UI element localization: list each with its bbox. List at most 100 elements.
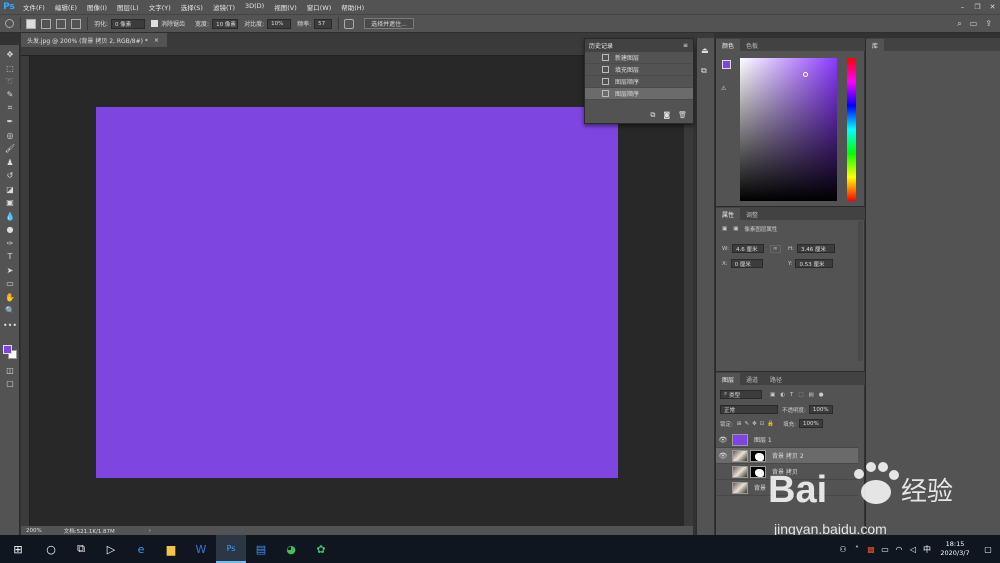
- history-item[interactable]: 填充图层: [585, 64, 693, 76]
- layer-mask-thumbnail[interactable]: [750, 465, 766, 478]
- quick-select-tool-icon[interactable]: ✎: [4, 89, 16, 99]
- tab-channels[interactable]: 通道: [740, 373, 764, 385]
- gradient-tool-icon[interactable]: ▣: [4, 197, 16, 207]
- contrast-input[interactable]: 10%: [267, 18, 292, 29]
- search-circle-icon[interactable]: ○: [36, 535, 66, 563]
- layer-filter-select[interactable]: ⌕ 类型: [720, 390, 762, 399]
- search-icon[interactable]: ⌕: [957, 19, 961, 29]
- zoom-tool-icon[interactable]: 🔍: [4, 305, 16, 315]
- y-field[interactable]: 0.53 厘米: [795, 259, 834, 268]
- document-tab[interactable]: 头发.jpg @ 200% (背景 拷贝 2, RGB/8#) * ×: [21, 33, 167, 47]
- healing-tool-icon[interactable]: ◎: [4, 130, 16, 140]
- menu-item[interactable]: 选择(S): [176, 2, 208, 12]
- menu-item[interactable]: 视图(V): [269, 2, 302, 12]
- word-icon[interactable]: W: [186, 535, 216, 563]
- intersect-selection-icon[interactable]: [71, 18, 81, 29]
- screen-mode-icon[interactable]: ▢: [4, 378, 16, 388]
- new-document-icon[interactable]: ⧉: [650, 111, 655, 120]
- menu-item[interactable]: 文字(Y): [144, 2, 176, 12]
- tab-adjustments[interactable]: 调整: [740, 208, 764, 220]
- history-item[interactable]: 新建图层: [585, 52, 693, 64]
- quick-mask-icon[interactable]: ◫: [4, 365, 16, 375]
- history-item[interactable]: 图层顺序: [585, 88, 693, 100]
- vertical-scrollbar[interactable]: [684, 56, 693, 526]
- lasso-tool-icon[interactable]: [5, 19, 14, 28]
- history-brush-icon[interactable]: ↺: [4, 170, 16, 180]
- close-tab-icon[interactable]: ×: [154, 37, 159, 44]
- ime-icon[interactable]: 中: [920, 544, 934, 555]
- pen-tool-icon[interactable]: ✑: [4, 238, 16, 248]
- visibility-eye-icon[interactable]: 👁: [718, 436, 728, 444]
- close-button[interactable]: ✕: [985, 0, 1000, 14]
- foreground-color-swatch[interactable]: [3, 345, 12, 354]
- menu-item[interactable]: 图像(I): [82, 2, 112, 12]
- properties-scrollbar[interactable]: [858, 221, 863, 361]
- path-select-icon[interactable]: ➤: [4, 265, 16, 275]
- color-picker-handle[interactable]: [803, 72, 808, 77]
- properties-panel-icon[interactable]: ⧉: [701, 66, 707, 76]
- edge-browser-icon[interactable]: e: [126, 535, 156, 563]
- foreground-color-swatch[interactable]: [722, 60, 731, 69]
- type-tool-icon[interactable]: T: [4, 251, 16, 261]
- crop-tool-icon[interactable]: ⌗: [4, 103, 16, 113]
- shape-tool-icon[interactable]: ▭: [4, 278, 16, 288]
- add-selection-icon[interactable]: [41, 18, 51, 29]
- fill-field[interactable]: 100%: [799, 419, 824, 428]
- history-panel-icon[interactable]: ⏏: [701, 46, 709, 55]
- height-field[interactable]: 3.46 厘米: [797, 244, 835, 253]
- layer-row[interactable]: 背景 拷贝: [716, 464, 858, 480]
- panel-menu-icon[interactable]: ≡: [683, 42, 688, 49]
- share-icon[interactable]: ⇪: [985, 19, 992, 29]
- photoshop-taskbar-icon[interactable]: Ps: [216, 535, 246, 563]
- visibility-eye-icon[interactable]: 👁: [718, 452, 728, 460]
- layer-row[interactable]: 👁 图层 1: [716, 432, 858, 448]
- opacity-field[interactable]: 100%: [808, 405, 833, 414]
- blend-mode-select[interactable]: 正常: [720, 405, 778, 414]
- subtract-selection-icon[interactable]: [56, 18, 66, 29]
- trash-icon[interactable]: 🗑: [678, 111, 687, 120]
- minimize-button[interactable]: –: [955, 0, 970, 14]
- width-field[interactable]: 4.6 厘米: [731, 244, 764, 253]
- clock[interactable]: 18:15 2020/3/7: [934, 540, 976, 558]
- hand-tool-icon[interactable]: ✋: [4, 292, 16, 302]
- tab-layers[interactable]: 图层: [716, 373, 741, 385]
- color-picker-field[interactable]: [740, 58, 837, 201]
- layer-mask-thumbnail[interactable]: [750, 449, 766, 462]
- wechat-icon[interactable]: ◕: [276, 535, 306, 563]
- pen-pressure-icon[interactable]: [344, 18, 355, 29]
- lock-icons[interactable]: ⊞✎✥⊡🔒: [737, 421, 777, 427]
- notification-icon[interactable]: ▢: [976, 545, 1000, 554]
- wifi-icon[interactable]: ◠: [892, 545, 906, 554]
- notes-icon[interactable]: ▤: [246, 535, 276, 563]
- layer-row[interactable]: 背景: [716, 480, 858, 496]
- filter-icons[interactable]: ▣◐T⬚▤●: [770, 392, 829, 398]
- media-player-icon[interactable]: ▷: [96, 535, 126, 563]
- tab-properties[interactable]: 属性: [716, 208, 741, 220]
- frequency-input[interactable]: 57: [314, 18, 333, 29]
- feather-input[interactable]: 0 像素: [111, 18, 146, 29]
- battery-icon[interactable]: ▭: [878, 545, 892, 554]
- menu-item[interactable]: 窗口(W): [302, 2, 337, 12]
- task-view-icon[interactable]: ⧉: [66, 535, 96, 563]
- select-and-mask-button[interactable]: 选择并遮住...: [364, 18, 414, 29]
- width-input[interactable]: 10 像素: [212, 18, 239, 29]
- menu-item[interactable]: 帮助(H): [336, 2, 369, 12]
- lasso-tool-icon[interactable]: ➰: [4, 76, 16, 86]
- marquee-tool-icon[interactable]: ⬚: [4, 63, 16, 73]
- menu-item[interactable]: 滤镜(T): [208, 2, 240, 12]
- antialias-checkbox[interactable]: [151, 20, 159, 27]
- hue-slider[interactable]: [847, 58, 856, 201]
- new-selection-icon[interactable]: [26, 18, 36, 29]
- warning-icon[interactable]: ⚠: [721, 85, 726, 92]
- zoom-level[interactable]: 200%: [26, 528, 42, 534]
- menu-item[interactable]: 3D(D): [240, 2, 269, 12]
- volume-icon[interactable]: ◁: [906, 545, 920, 554]
- dodge-tool-icon[interactable]: ●: [4, 224, 16, 234]
- tab-swatches[interactable]: 色板: [740, 39, 764, 51]
- menu-item[interactable]: 图层(L): [112, 2, 144, 12]
- status-arrow-icon[interactable]: ›: [149, 528, 151, 534]
- layer-row[interactable]: 👁 背景 拷贝 2: [716, 448, 858, 464]
- move-tool-icon[interactable]: ✥: [4, 49, 16, 59]
- canvas-image[interactable]: [96, 107, 618, 478]
- history-title[interactable]: 历史记录: [589, 41, 613, 50]
